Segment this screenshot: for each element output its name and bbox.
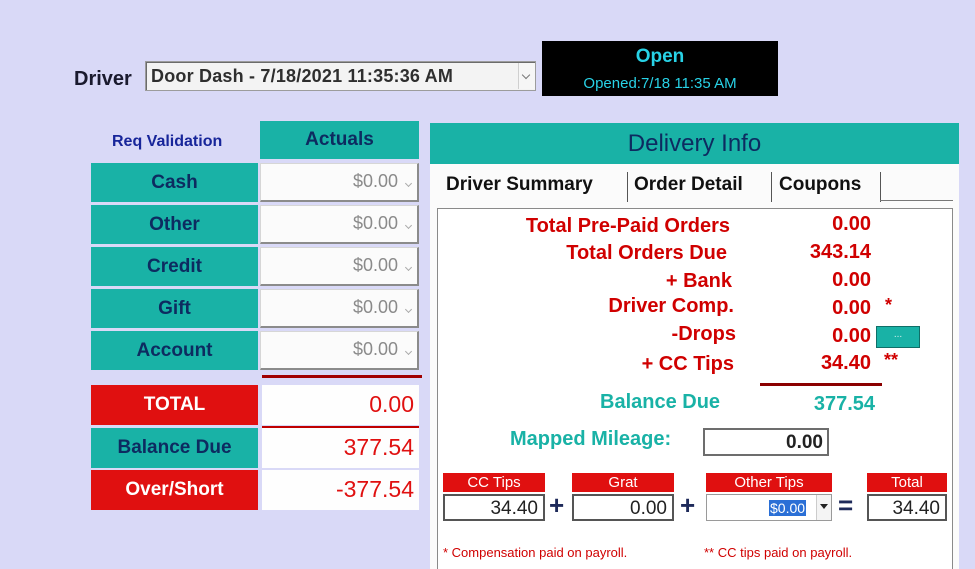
total-orders-due-value: 343.14 [809, 241, 871, 263]
over-short-label: Over/Short [91, 470, 258, 510]
balance-due-value-box: 377.54 [262, 428, 419, 468]
cc-tips-field-value: 34.40 [490, 498, 538, 519]
payment-input-credit[interactable]: $0.00 [260, 247, 419, 286]
payment-value-cash: $0.00 [352, 171, 398, 191]
driver-select-value: Door Dash - 7/18/2021 11:35:36 AM [151, 66, 454, 86]
total-value-box: 0.00 [262, 385, 419, 425]
payment-value-gift: $0.00 [352, 297, 398, 317]
over-short-value-box: -377.54 [262, 470, 419, 510]
tab-driver-summary[interactable]: Driver Summary [446, 170, 593, 202]
summary-balance-due-label: Balance Due [600, 391, 721, 413]
grat-header: Grat [572, 473, 674, 492]
balance-due-value: 377.54 [343, 434, 414, 460]
tab-strip-edge [880, 200, 953, 201]
cc-tips-value: 34.40 [820, 352, 871, 374]
payment-input-account[interactable]: $0.00 [260, 331, 419, 370]
payment-value-credit: $0.00 [352, 255, 398, 275]
tab-coupons[interactable]: Coupons [779, 170, 861, 202]
status-panel: Open Opened:7/18 11:35 AM [542, 41, 778, 96]
bank-value: 0.00 [832, 269, 871, 291]
chevron-down-icon [404, 221, 413, 230]
drops-value: 0.00 [832, 325, 871, 347]
total-orders-due-label: Total Orders Due [566, 242, 727, 264]
plus-sign: + [680, 490, 696, 520]
cc-tips-label: + CC Tips [641, 353, 734, 375]
tips-total-field: 34.40 [867, 494, 947, 521]
payment-value-account: $0.00 [352, 339, 398, 359]
footnote-compensation: * Compensation paid on payroll. [443, 545, 628, 560]
cc-tips-asterisk: ** [884, 350, 899, 370]
bank-label: + Bank [665, 270, 732, 292]
tab-divider [880, 172, 881, 202]
plus-sign: + [549, 490, 565, 520]
other-tips-header: Other Tips [706, 473, 832, 492]
driver-comp-label: Driver Comp. [608, 295, 734, 317]
tab-order-detail[interactable]: Order Detail [634, 170, 743, 202]
payment-input-cash[interactable]: $0.00 [260, 163, 419, 202]
footnote-cc-tips: ** CC tips paid on payroll. [704, 545, 853, 560]
tips-total-header: Total [867, 473, 947, 492]
chevron-down-icon[interactable] [518, 63, 535, 89]
summary-balance-due-value: 377.54 [813, 393, 875, 415]
tips-total-value: 34.40 [892, 498, 940, 519]
cc-tips-field[interactable]: 34.40 [443, 494, 545, 521]
tab-divider [627, 172, 628, 202]
cc-tips-header: CC Tips [443, 473, 545, 492]
grat-field-value: 0.00 [630, 498, 667, 519]
payment-value-other: $0.00 [352, 213, 398, 233]
chevron-down-icon [404, 347, 413, 356]
drops-label: -Drops [671, 323, 736, 345]
over-short-value: -377.54 [335, 476, 414, 502]
chevron-down-icon [404, 263, 413, 272]
payment-label-gift: Gift [91, 289, 258, 328]
driver-comp-value: 0.00 [832, 297, 871, 319]
payment-label-other: Other [91, 205, 258, 244]
summary-divider [760, 383, 882, 386]
total-value: 0.00 [369, 391, 414, 417]
mapped-mileage-value: 0.00 [786, 432, 823, 453]
payment-label-account: Account [91, 331, 258, 370]
total-prepaid-label: Total Pre-Paid Orders [525, 215, 730, 237]
delivery-info-title: Delivery Info [430, 123, 959, 164]
driver-comp-asterisk: * [885, 295, 893, 315]
payment-input-other[interactable]: $0.00 [260, 205, 419, 244]
chevron-down-icon [404, 305, 413, 314]
divider [262, 375, 422, 378]
payment-label-credit: Credit [91, 247, 258, 286]
mapped-mileage-field[interactable]: 0.00 [703, 428, 829, 456]
driver-label: Driver [74, 68, 132, 90]
drops-details-button[interactable]: ... [876, 326, 920, 348]
total-prepaid-value: 0.00 [832, 213, 871, 235]
equals-sign: = [838, 490, 854, 520]
other-tips-field[interactable]: $0.00 [706, 494, 832, 521]
grat-field[interactable]: 0.00 [572, 494, 674, 521]
req-validation-label: Req Validation [112, 133, 223, 150]
balance-due-label: Balance Due [91, 428, 258, 468]
status-title: Open [635, 46, 685, 67]
payment-label-cash: Cash [91, 163, 258, 202]
status-opened-time: Opened:7/18 11:35 AM [583, 75, 737, 92]
total-label: TOTAL [91, 385, 258, 425]
tab-divider [771, 172, 772, 202]
chevron-down-icon [404, 179, 413, 188]
other-tips-field-value: $0.00 [769, 500, 807, 516]
chevron-down-icon[interactable] [816, 495, 831, 520]
payment-input-gift[interactable]: $0.00 [260, 289, 419, 328]
actuals-header: Actuals [260, 121, 419, 159]
mapped-mileage-label: Mapped Mileage: [510, 428, 672, 450]
driver-select[interactable]: Door Dash - 7/18/2021 11:35:36 AM [145, 61, 536, 91]
